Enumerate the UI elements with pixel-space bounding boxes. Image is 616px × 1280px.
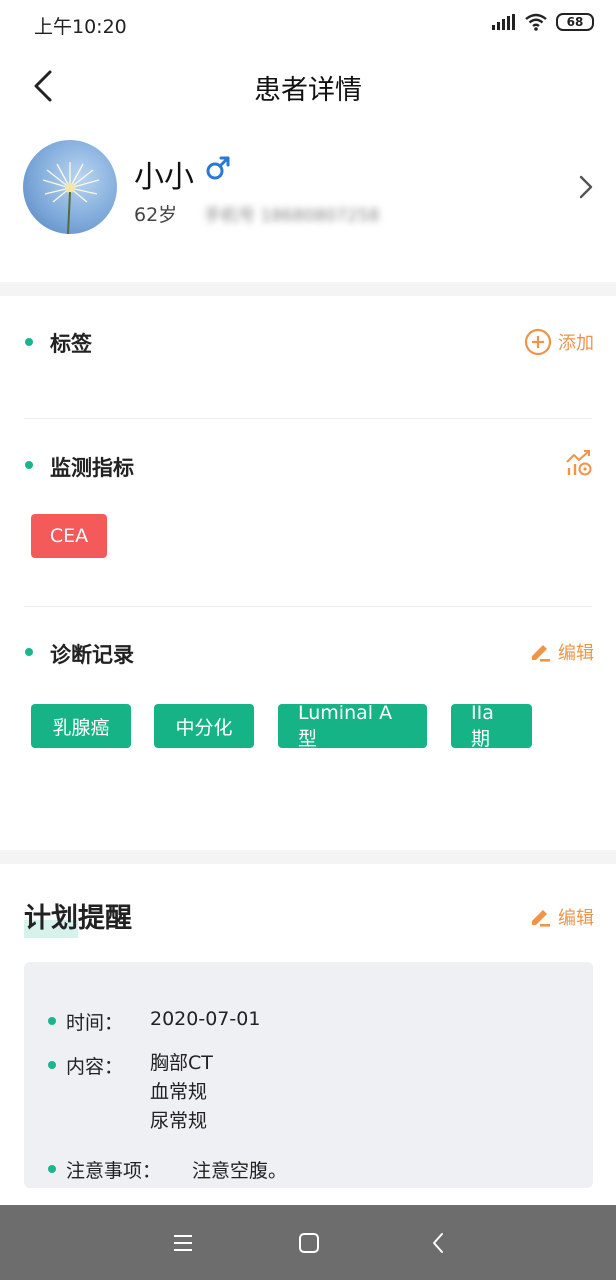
patient-name: 小小 — [134, 160, 194, 195]
add-tag-button[interactable]: 添加 — [524, 328, 594, 356]
section-bullet — [25, 338, 33, 346]
section-bullet — [25, 648, 33, 656]
wifi-icon — [525, 13, 547, 31]
plan-note-label: 注意事项： — [66, 1160, 162, 1182]
system-nav-bar — [0, 1205, 616, 1280]
plan-content-item: 血常规 — [150, 1081, 208, 1103]
home-icon[interactable] — [296, 1230, 322, 1256]
monitor-settings-button[interactable] — [564, 448, 594, 478]
edit-diagnosis-button[interactable]: 编辑 — [528, 639, 594, 665]
plan-content-item: 尿常规 — [150, 1110, 208, 1132]
signal-icon — [492, 14, 515, 30]
plan-content-list: 胸部CT 血常规 尿常规 — [150, 1049, 213, 1136]
status-time: 上午10:20 — [34, 16, 127, 38]
patient-age: 62岁 — [134, 204, 178, 226]
dandelion-image — [42, 162, 100, 234]
list-bullet — [48, 1017, 56, 1025]
diagnosis-section: 诊断记录 编辑 乳腺癌 中分化 Luminal A型 IIa期 — [0, 608, 616, 850]
section-separator — [0, 850, 616, 864]
status-bar: 上午10:20 68 — [0, 0, 616, 48]
edit-diagnosis-label: 编辑 — [558, 643, 594, 664]
battery-indicator: 68 — [556, 13, 594, 31]
section-bullet — [25, 461, 33, 469]
status-icons: 68 — [492, 13, 594, 31]
tags-section: 标签 添加 — [0, 296, 616, 420]
monitor-section: 监测指标 CEA — [0, 420, 616, 608]
edit-plan-label: 编辑 — [558, 908, 594, 929]
chevron-right-icon — [579, 175, 593, 199]
male-icon — [206, 156, 230, 180]
edit-icon — [532, 645, 550, 662]
diagnosis-chip[interactable]: 乳腺癌 — [31, 704, 131, 748]
diagnosis-chip[interactable]: 中分化 — [154, 704, 254, 748]
add-tag-label: 添加 — [558, 333, 594, 354]
monitor-title: 监测指标 — [50, 456, 134, 480]
menu-icon[interactable] — [170, 1230, 196, 1256]
chart-settings-icon — [566, 450, 592, 476]
page-title: 患者详情 — [254, 75, 362, 106]
diagnosis-chip[interactable]: IIa期 — [451, 702, 532, 750]
edit-plan-button[interactable]: 编辑 — [528, 904, 594, 930]
diagnosis-title: 诊断记录 — [50, 643, 134, 667]
plan-card: 时间： 2020-07-01 内容： 胸部CT 血常规 尿常规 注意事项： 注意… — [24, 962, 593, 1188]
edit-icon — [532, 910, 550, 927]
add-circle-icon — [524, 328, 552, 356]
section-separator — [0, 282, 616, 296]
plan-title: 计划提醒 — [24, 903, 132, 934]
tags-title: 标签 — [50, 332, 92, 356]
patient-phone: 手机号 18680807258 — [204, 206, 380, 226]
patient-profile-card[interactable]: 小小 62岁 手机号 18680807258 — [0, 132, 616, 282]
plan-time-value: 2020-07-01 — [150, 1008, 261, 1030]
list-bullet — [48, 1061, 56, 1069]
avatar — [23, 140, 117, 234]
plan-content-label: 内容： — [66, 1056, 124, 1078]
list-bullet — [48, 1165, 56, 1173]
divider — [24, 606, 592, 607]
divider — [24, 418, 592, 419]
plan-content-item: 胸部CT — [150, 1052, 213, 1074]
indicator-chip[interactable]: CEA — [31, 514, 107, 558]
plan-time-label: 时间： — [66, 1012, 124, 1034]
nav-header: 患者详情 — [0, 48, 616, 126]
plan-note-value: 注意空腹。 — [192, 1160, 288, 1182]
diagnosis-chip[interactable]: Luminal A型 — [278, 702, 427, 750]
back-nav-icon[interactable] — [426, 1230, 452, 1256]
